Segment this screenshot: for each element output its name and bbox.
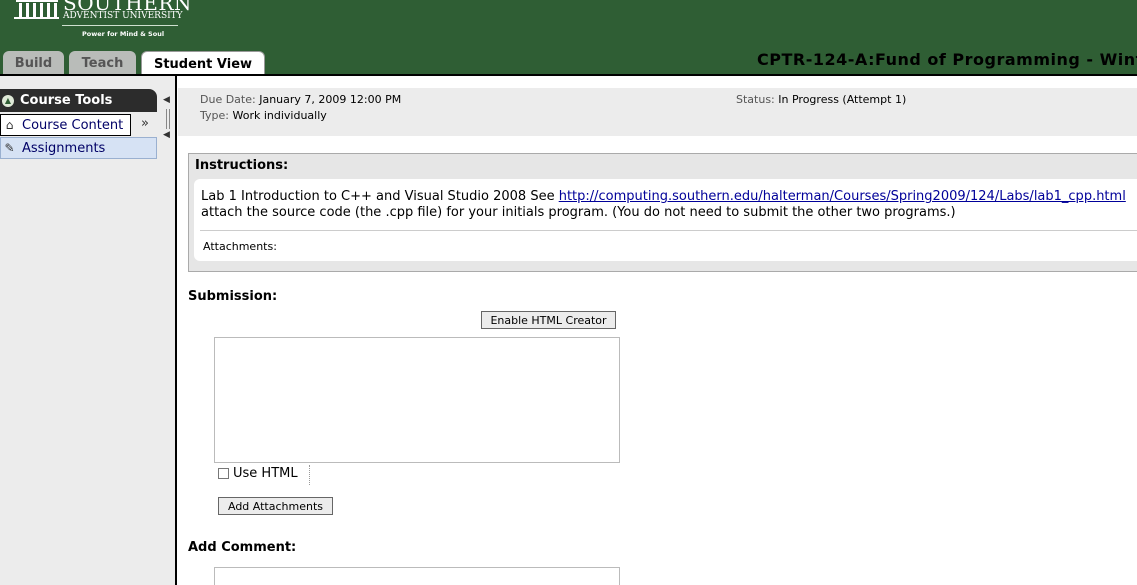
- submission-heading: Submission:: [188, 289, 278, 304]
- instructions-divider: [200, 230, 1137, 231]
- type-value: Work individually: [232, 109, 327, 122]
- instructions-body: Lab 1 Introduction to C++ and Visual Stu…: [194, 179, 1137, 261]
- status: Status: In Progress (Attempt 1): [736, 93, 906, 106]
- instructions-panel: Instructions: Lab 1 Introduction to C++ …: [188, 153, 1137, 272]
- university-logo-icon: [16, 0, 58, 17]
- logo-divider: [62, 25, 178, 26]
- assignment-details: Due Date: January 7, 2009 12:00 PM Type:…: [178, 88, 1137, 136]
- due-date: Due Date: January 7, 2009 12:00 PM: [200, 93, 401, 106]
- add-attachments-button[interactable]: Add Attachments: [218, 497, 333, 515]
- sidebar-item-label: Course Content: [22, 117, 124, 133]
- enable-html-creator-button[interactable]: Enable HTML Creator: [481, 311, 616, 329]
- collapse-menu-icon[interactable]: ◀: [163, 130, 170, 140]
- option-separator: [309, 465, 311, 485]
- sidebar-item-course-content[interactable]: ⌂ Course Content: [0, 114, 131, 136]
- use-html-option[interactable]: Use HTML: [218, 466, 298, 481]
- sidebar-item-assignments[interactable]: ✎ Assignments: [0, 137, 157, 159]
- collapse-up-icon: ▲: [2, 94, 14, 107]
- sidebar-splitter-handle[interactable]: [166, 109, 170, 129]
- top-banner: SOUTHERN ADVENTIST UNIVERSITY Power for …: [0, 0, 1137, 76]
- course-tools-sidebar: ▲ Course Tools ◀ ◀ ⌂ Course Content » ✎ …: [0, 76, 177, 585]
- logo-subtitle: ADVENTIST UNIVERSITY: [63, 11, 183, 21]
- add-comment-heading: Add Comment:: [188, 540, 297, 555]
- instructions-line-1: Lab 1 Introduction to C++ and Visual Stu…: [201, 189, 1126, 204]
- home-icon: ⌂: [5, 118, 14, 132]
- tab-teach[interactable]: Teach: [69, 51, 136, 76]
- lab-instructions-link[interactable]: http://computing.southern.edu/halterman/…: [559, 189, 1126, 204]
- due-date-value: January 7, 2009 12:00 PM: [259, 93, 402, 106]
- logo-tagline: Power for Mind & Soul: [82, 30, 165, 38]
- tab-build[interactable]: Build: [3, 51, 64, 76]
- instructions-text: Lab 1 Introduction to C++ and Visual Stu…: [201, 189, 559, 204]
- status-label: Status:: [736, 93, 775, 106]
- course-tools-header[interactable]: ▲ Course Tools: [0, 89, 157, 112]
- sidebar-item-label: Assignments: [22, 140, 106, 156]
- main-content: Due Date: January 7, 2009 12:00 PM Type:…: [178, 76, 1137, 585]
- use-html-checkbox[interactable]: [218, 468, 229, 479]
- attachments-label: Attachments:: [203, 240, 277, 253]
- course-title: CPTR-124-A:Fund of Programming - Winter: [757, 50, 1137, 69]
- comment-textarea[interactable]: [214, 567, 620, 585]
- due-date-label: Due Date:: [200, 93, 256, 106]
- tab-student-view[interactable]: Student View: [141, 51, 265, 76]
- expand-menu-icon[interactable]: »: [135, 112, 155, 134]
- type-label: Type:: [200, 109, 229, 122]
- status-value: In Progress (Attempt 1): [778, 93, 907, 106]
- logo-baseline: [14, 17, 59, 19]
- course-tools-title: Course Tools: [20, 93, 113, 108]
- instructions-heading: Instructions:: [195, 158, 289, 173]
- assignment-icon: ✎: [4, 141, 15, 155]
- submission-textarea[interactable]: [214, 337, 620, 463]
- use-html-label: Use HTML: [233, 466, 298, 481]
- assignment-type: Type: Work individually: [200, 109, 327, 122]
- collapse-sidebar-icon[interactable]: ◀: [163, 95, 170, 105]
- instructions-line-2: attach the source code (the .cpp file) f…: [201, 205, 956, 220]
